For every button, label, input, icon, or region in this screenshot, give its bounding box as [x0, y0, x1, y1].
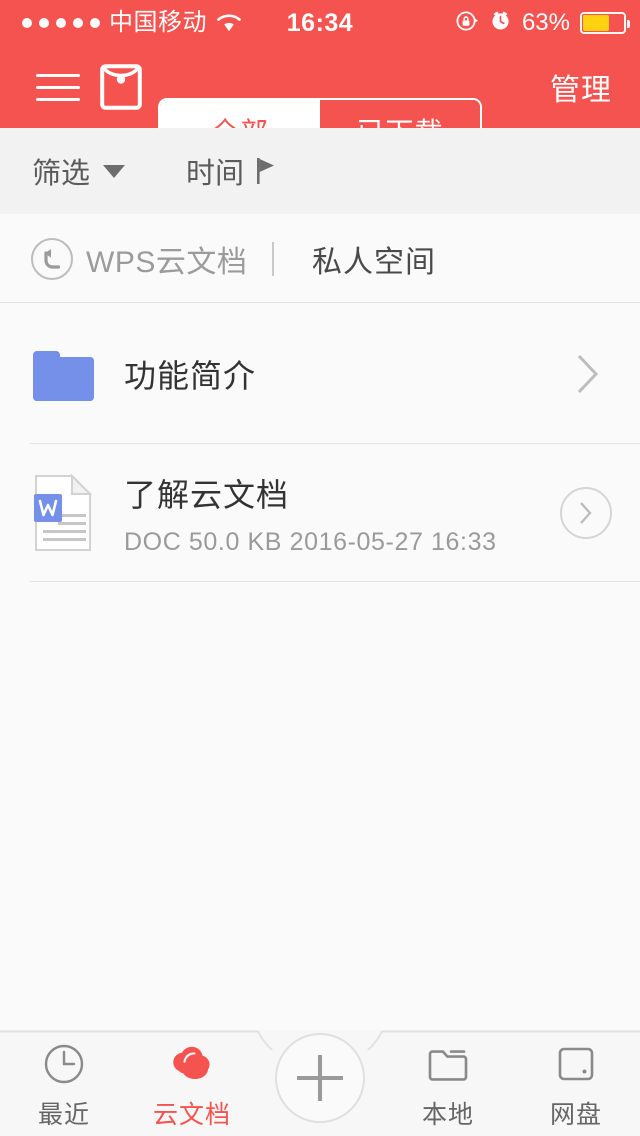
- word-document-icon: [32, 473, 94, 552]
- status-bar-right: 63%: [455, 0, 630, 46]
- tab-recent[interactable]: 最近: [0, 1030, 128, 1136]
- back-arrow-icon[interactable]: [30, 237, 74, 281]
- tab-label: 最近: [37, 1101, 90, 1129]
- list-item-divider: [30, 581, 640, 582]
- tab-local[interactable]: 本地: [384, 1030, 512, 1136]
- breadcrumb-current[interactable]: 私人空间: [312, 237, 436, 281]
- alarm-clock-icon: [489, 9, 512, 37]
- manage-button[interactable]: 管理: [550, 65, 612, 109]
- breadcrumb: WPS云文档 私人空间: [0, 214, 640, 303]
- folder-icon: [424, 1041, 472, 1087]
- tab-cloud-docs[interactable]: 云文档: [128, 1030, 256, 1136]
- blue-folder-icon: [32, 347, 94, 401]
- clock-icon: [40, 1041, 88, 1087]
- chevron-right-icon[interactable]: [576, 353, 600, 395]
- red-envelope-icon[interactable]: [100, 64, 142, 110]
- tab-label: 网盘: [549, 1101, 602, 1129]
- chevron-down-icon: [103, 164, 126, 178]
- list-item-meta: DOC 50.0 KB 2016-05-27 16:33: [124, 527, 497, 556]
- breadcrumb-root[interactable]: WPS云文档: [86, 237, 247, 281]
- breadcrumb-divider: [0, 302, 640, 303]
- hamburger-menu-icon[interactable]: [36, 72, 80, 102]
- cloud-drive-icon: [552, 1041, 600, 1087]
- list-item[interactable]: 功能简介: [0, 304, 640, 444]
- battery-percent-label: 63%: [521, 9, 570, 36]
- file-list: 功能简介 了解云文档 DOC 50.0 KB 2016-05-27 16:33: [0, 304, 640, 582]
- list-item-title: 功能简介: [124, 358, 257, 394]
- list-item-text: 了解云文档 DOC 50.0 KB 2016-05-27 16:33: [124, 444, 497, 582]
- tab-netdisk[interactable]: 网盘: [512, 1030, 640, 1136]
- sort-label: 时间: [186, 158, 245, 190]
- filter-label: 筛选: [32, 158, 91, 190]
- status-bar: 中国移动 16:34 63%: [0, 0, 640, 46]
- add-button[interactable]: [275, 1033, 365, 1123]
- cloud-icon: [168, 1041, 216, 1087]
- plus-icon: [297, 1055, 343, 1101]
- rotation-lock-icon: [455, 9, 479, 38]
- sort-by-time-button[interactable]: 时间: [186, 128, 275, 214]
- list-item-text: 功能简介: [124, 304, 256, 444]
- tab-label: 云文档: [152, 1101, 231, 1129]
- sort-flag-icon: [257, 158, 275, 184]
- filter-dropdown[interactable]: 筛选: [32, 128, 126, 214]
- navigation-bar: 全部 已下载 管理: [0, 46, 640, 163]
- list-item-title: 了解云文档: [124, 476, 290, 513]
- battery-icon: [580, 12, 630, 34]
- tab-label: 本地: [421, 1101, 474, 1129]
- list-item[interactable]: 了解云文档 DOC 50.0 KB 2016-05-27 16:33: [0, 444, 640, 582]
- filter-bar: 筛选 时间: [0, 128, 640, 214]
- chevron-right-circle-icon[interactable]: [560, 487, 612, 539]
- app-screen: 中国移动 16:34 63% 管理 筛选 时间 WPS云文档 私人空间 功能简介…: [0, 0, 640, 1136]
- breadcrumb-separator: [272, 241, 274, 276]
